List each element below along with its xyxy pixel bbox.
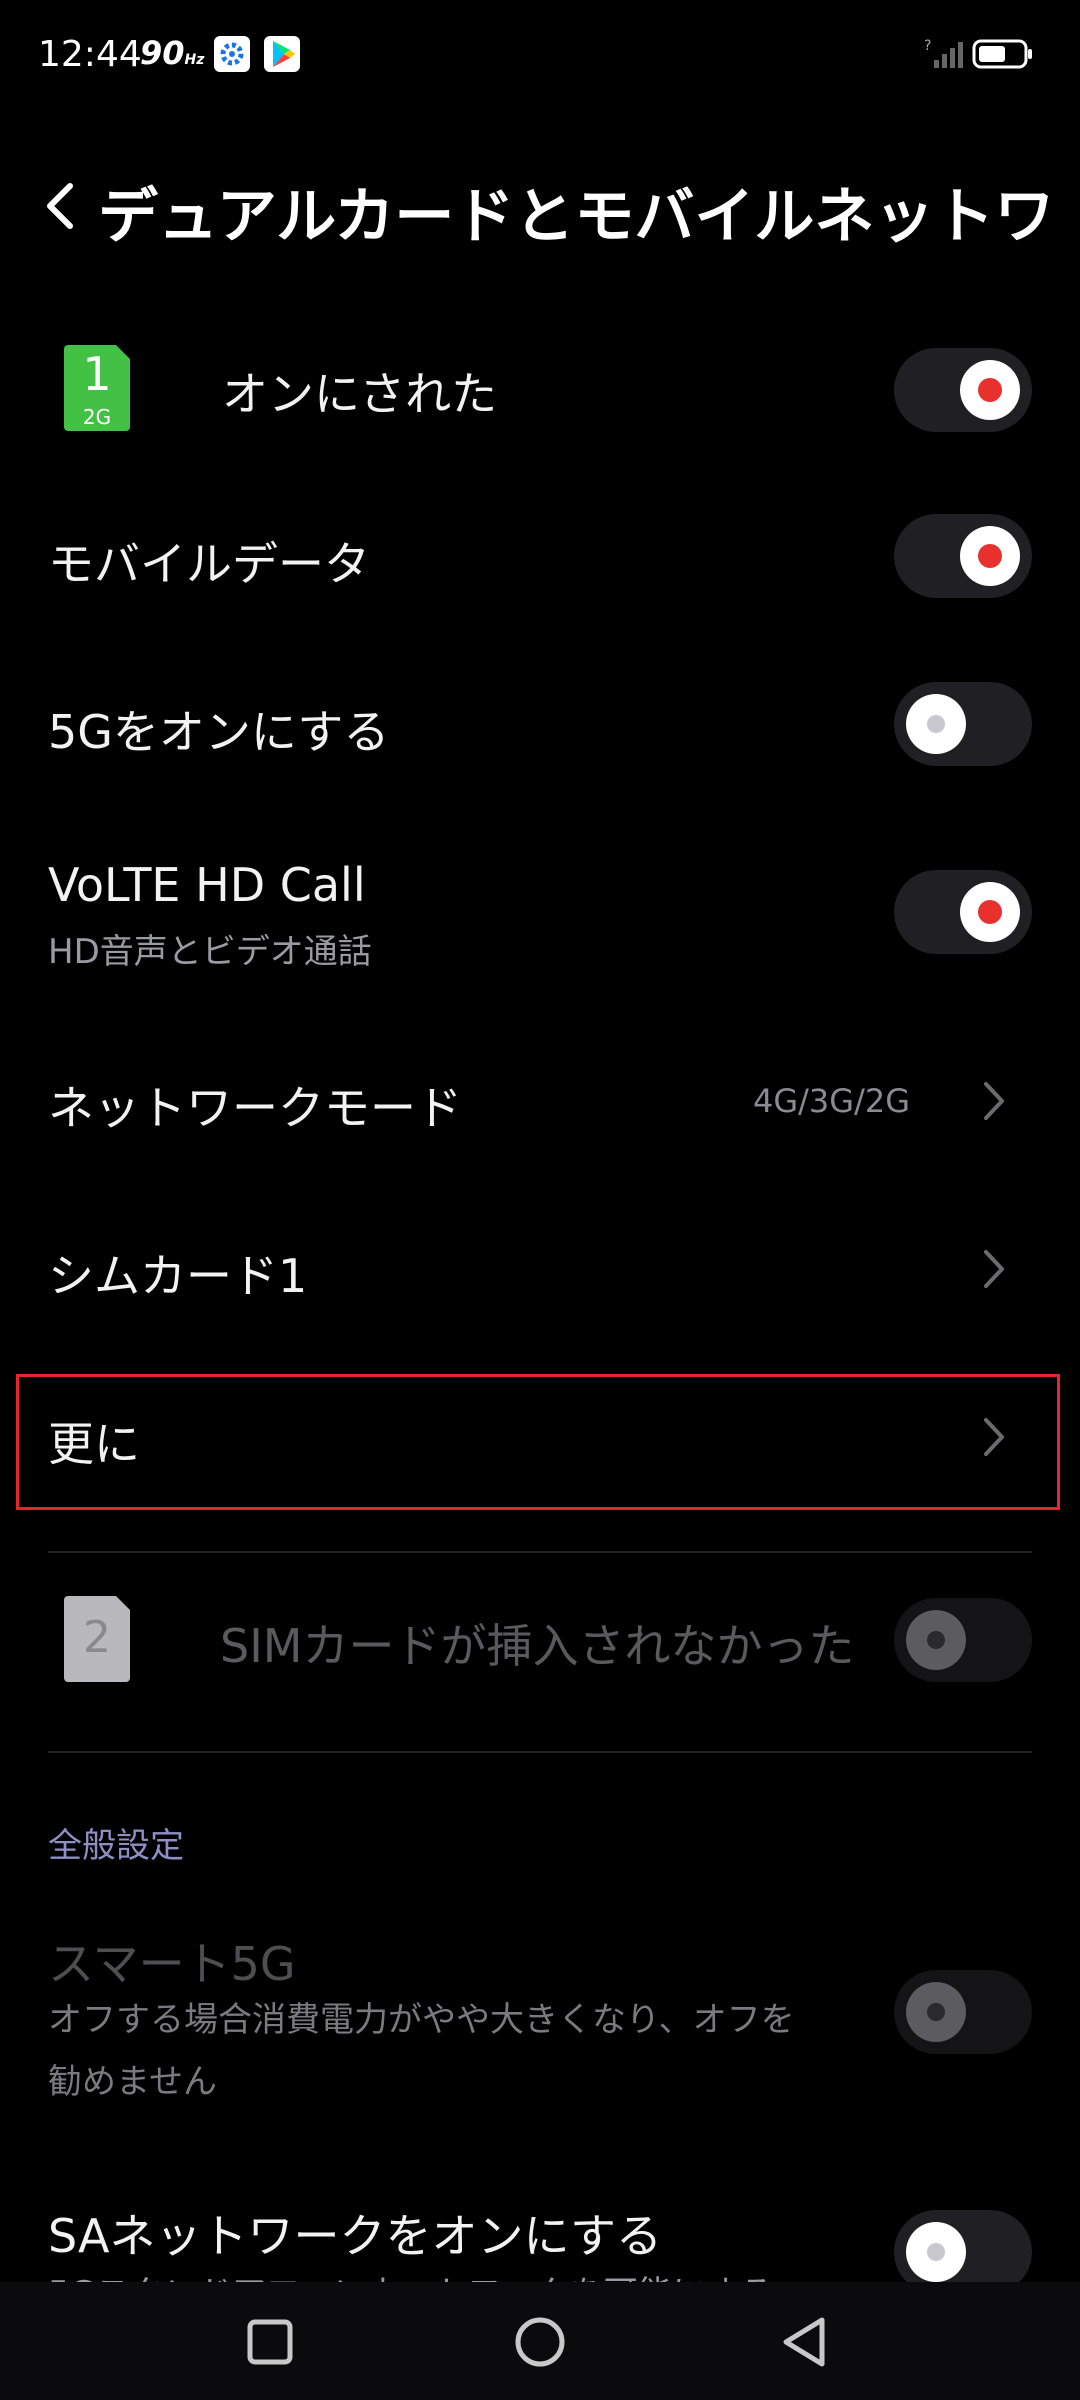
sim1-card-icon: 1 2G xyxy=(64,345,130,431)
battery-icon xyxy=(972,39,1032,69)
divider xyxy=(48,1751,1032,1753)
sim-card-1-row[interactable]: シムカード1 xyxy=(0,1220,1080,1320)
back-arrow-icon[interactable] xyxy=(40,178,84,234)
smart-5g-sublabel-line2: 勧めません xyxy=(48,2062,217,2102)
navigation-bar xyxy=(0,2282,1080,2400)
sim2-toggle xyxy=(894,1598,1032,1682)
volte-label: VoLTE HD Call xyxy=(48,858,366,912)
smart-5g-label: スマート5G xyxy=(48,1937,296,1991)
mobile-data-row[interactable]: モバイルデータ xyxy=(0,510,1080,610)
enable-5g-toggle[interactable] xyxy=(894,682,1032,766)
sim2-status-label: SIMカードが挿入されなかった xyxy=(220,1619,855,1673)
network-mode-label: ネットワークモード xyxy=(48,1081,462,1135)
sa-network-row[interactable]: SAネットワークをオンにする 5Gスタンドアローンネットワークを可能にする xyxy=(0,2196,1080,2286)
chevron-right-icon xyxy=(984,1082,1004,1120)
general-settings-header: 全般設定 xyxy=(48,1826,184,1866)
signal-icon: ? xyxy=(924,38,963,68)
volte-toggle[interactable] xyxy=(894,870,1032,954)
more-row[interactable]: 更に xyxy=(0,1390,1080,1490)
status-bar: 12:44 90Hz ? xyxy=(0,0,1080,110)
network-mode-value: 4G/3G/2G xyxy=(752,1082,910,1120)
sim2-card-icon: 2 xyxy=(64,1596,130,1682)
sim-card-1-label: シムカード1 xyxy=(48,1249,308,1303)
enable-5g-label: 5Gをオンにする xyxy=(48,705,390,759)
svg-text:?: ? xyxy=(924,38,931,54)
chevron-right-icon xyxy=(984,1250,1004,1288)
mobile-data-label: モバイルデータ xyxy=(48,537,370,591)
mobile-data-toggle[interactable] xyxy=(894,514,1032,598)
enable-5g-row[interactable]: 5Gをオンにする xyxy=(0,678,1080,778)
home-icon[interactable] xyxy=(510,2312,570,2372)
volte-row[interactable]: VoLTE HD Call HD音声とビデオ通話 xyxy=(0,856,1080,976)
recent-apps-icon[interactable] xyxy=(240,2312,300,2372)
network-mode-row[interactable]: ネットワークモード 4G/3G/2G xyxy=(0,1052,1080,1152)
sim1-toggle[interactable] xyxy=(894,348,1032,432)
sa-network-label: SAネットワークをオンにする xyxy=(48,2209,662,2263)
more-label: 更に xyxy=(48,1417,140,1471)
status-time: 12:44 xyxy=(38,34,142,75)
header: デュアルカードとモバイルネットワーク xyxy=(0,160,1080,252)
sim2-row: 2 SIMカードが挿入されなかった xyxy=(0,1590,1080,1690)
sim1-status-label: オンにされた xyxy=(222,367,498,421)
smart-5g-sublabel-line1: オフする場合消費電力がやや大きくなり、オフを xyxy=(48,2000,795,2040)
divider xyxy=(48,1551,1032,1553)
chevron-right-icon xyxy=(984,1418,1004,1456)
refresh-rate-indicator: 90Hz xyxy=(140,34,204,72)
smart-5g-row: スマート5G オフする場合消費電力がやや大きくなり、オフを 勧めません xyxy=(0,1924,1080,2104)
play-store-icon xyxy=(264,36,300,72)
back-icon[interactable] xyxy=(776,2312,836,2372)
refresh-rate-value: 90 xyxy=(140,34,185,72)
volte-sublabel: HD音声とビデオ通話 xyxy=(48,932,372,972)
smart-5g-toggle xyxy=(894,1970,1032,2054)
refresh-rate-unit: Hz xyxy=(184,52,205,68)
page-title: デュアルカードとモバイルネットワーク xyxy=(98,182,1058,252)
sim1-row[interactable]: 1 2G オンにされた xyxy=(0,340,1080,440)
sa-network-toggle[interactable] xyxy=(894,2210,1032,2286)
settings-app-icon xyxy=(214,36,250,72)
